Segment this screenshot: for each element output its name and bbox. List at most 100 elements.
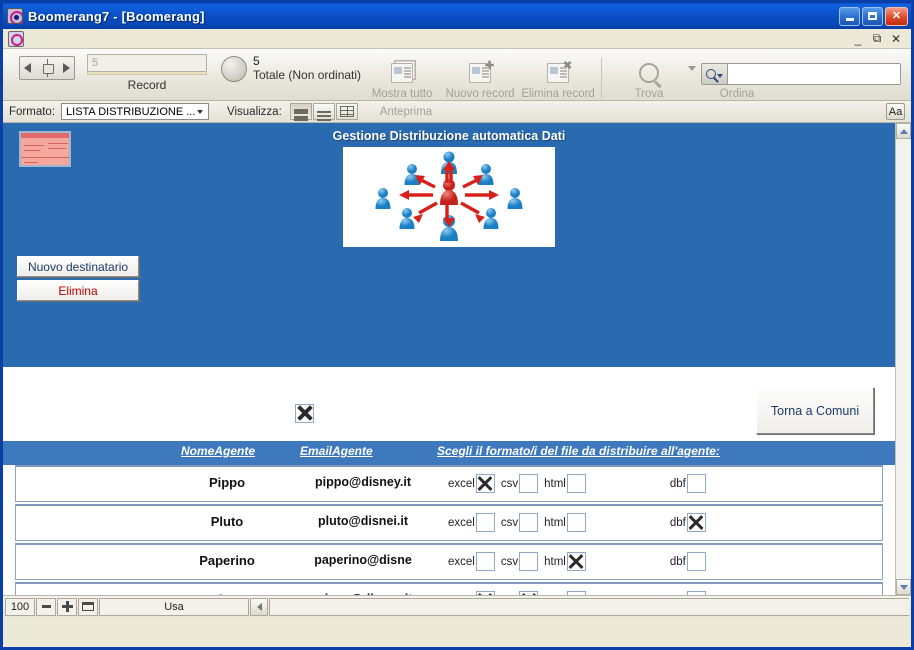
page-title: Gestione Distribuzione automatica Dati xyxy=(332,129,566,143)
search-icon[interactable] xyxy=(702,64,728,84)
toolbar: 5 Record 5 Totale (Non ordinati) Mostra … xyxy=(3,49,911,101)
font-format-button[interactable]: Aa xyxy=(886,103,905,120)
chevron-left-icon xyxy=(256,602,262,611)
mode-indicator[interactable]: Usa xyxy=(99,597,249,616)
checkbox-dbf[interactable] xyxy=(686,591,706,595)
format-label-dbf: dbf xyxy=(669,555,686,568)
elimina-button[interactable]: Elimina xyxy=(17,280,139,301)
table-row[interactable]: Minny minny@disney.it excel csv html dbf xyxy=(15,582,883,595)
mostra-tutto-label: Mostra tutto xyxy=(371,88,433,100)
total-count: 5 xyxy=(253,54,260,68)
checkbox-html[interactable] xyxy=(566,513,586,532)
new-record-icon: ✚ xyxy=(469,60,494,86)
mdi-restore-button[interactable]: ⧉ xyxy=(870,31,884,45)
trova-chevron-down-icon[interactable] xyxy=(688,65,697,71)
format-option-html: html xyxy=(544,474,586,493)
record-slider[interactable] xyxy=(87,72,207,75)
mostra-tutto-button[interactable]: Mostra tutto xyxy=(365,54,439,100)
checkbox-dbf[interactable] xyxy=(686,474,706,493)
layout-select-value: LISTA DISTRIBUZIONE ... xyxy=(66,105,196,118)
torna-a-comuni-button[interactable]: Torna a Comuni xyxy=(756,387,874,434)
record-canvas: Gestione Distribuzione automatica Dati N… xyxy=(3,123,895,595)
zoom-level[interactable]: 100 xyxy=(5,597,35,616)
scroll-up-button[interactable] xyxy=(896,123,911,139)
zoom-out-button[interactable] xyxy=(36,597,56,616)
table-row[interactable]: Pippo pippo@disney.it excel csv html dbf xyxy=(15,465,883,502)
checkbox-excel[interactable] xyxy=(475,474,495,493)
search-input[interactable] xyxy=(728,64,900,84)
nuovo-destinatario-button[interactable]: Nuovo destinatario xyxy=(17,256,139,277)
column-header-email[interactable]: EmailAgente xyxy=(300,444,373,458)
mdi-minimize-button[interactable]: _ xyxy=(851,32,865,46)
checkbox-dbf[interactable] xyxy=(686,552,706,571)
view-list-icon[interactable] xyxy=(312,103,335,120)
table-row[interactable]: Paperino paperino@disne excel csv html dbf xyxy=(15,543,883,580)
agent-name-cell[interactable]: Paperino xyxy=(166,553,288,568)
agent-name-cell[interactable]: Pluto xyxy=(166,514,288,529)
checkbox-dbf[interactable] xyxy=(686,513,706,532)
format-bar: Formato: LISTA DISTRIBUZIONE ... Visuali… xyxy=(3,101,911,123)
record-book-icon[interactable] xyxy=(42,59,54,77)
agent-name-cell[interactable]: Pippo xyxy=(166,475,288,490)
view-table-icon[interactable] xyxy=(335,103,358,120)
agent-email-cell[interactable]: minny@disney.it xyxy=(298,592,428,595)
view-form-icon[interactable] xyxy=(289,103,312,120)
checkbox-csv[interactable] xyxy=(519,513,539,532)
format-checkbox-group: excel csv html dbf xyxy=(448,552,706,571)
status-filler xyxy=(269,597,909,616)
checkbox-html[interactable] xyxy=(566,552,586,571)
status-bar: 100 Usa xyxy=(3,595,911,617)
trova-button[interactable]: Trova xyxy=(612,54,686,100)
format-option-excel: excel xyxy=(448,513,495,532)
next-record-icon[interactable] xyxy=(63,63,70,73)
vertical-scrollbar[interactable] xyxy=(895,123,911,595)
checkbox-csv[interactable] xyxy=(519,591,539,595)
prev-record-icon[interactable] xyxy=(24,63,31,73)
format-option-dbf: dbf xyxy=(670,591,706,595)
column-header-nome[interactable]: NomeAgente xyxy=(181,444,255,458)
window-icon xyxy=(82,602,94,611)
trova-label: Trova xyxy=(634,88,664,100)
elimina-record-button[interactable]: ✖ Elimina record xyxy=(521,54,595,100)
format-option-excel: excel xyxy=(448,474,495,493)
mdi-close-button[interactable]: ✕ xyxy=(889,32,903,46)
chevron-up-icon xyxy=(899,128,908,134)
column-header-formati[interactable]: Scegli il formato/i del file da distribu… xyxy=(437,444,720,458)
record-label: Record xyxy=(127,78,167,92)
checkbox-csv[interactable] xyxy=(519,552,539,571)
checkbox-excel[interactable] xyxy=(475,552,495,571)
anteprima-button[interactable]: Anteprima xyxy=(372,105,440,119)
record-field-group: 5 Record xyxy=(87,54,207,92)
agent-email-cell[interactable]: pippo@disney.it xyxy=(298,475,428,489)
checkbox-html[interactable] xyxy=(566,591,586,595)
auto-distribution-line2: ogni volta che vengono caricati dei nuov… xyxy=(315,413,587,425)
format-label-csv: csv xyxy=(501,595,518,596)
format-label-excel: excel xyxy=(448,555,475,568)
checkbox-excel[interactable] xyxy=(475,591,495,595)
record-navigator[interactable] xyxy=(19,56,75,80)
quick-search xyxy=(701,63,901,85)
agent-email-cell[interactable]: paperino@disne xyxy=(298,553,428,567)
scroll-down-button[interactable] xyxy=(896,579,911,595)
minus-icon xyxy=(41,605,51,608)
agent-email-cell[interactable]: pluto@disnei.it xyxy=(298,514,428,528)
format-option-csv: csv xyxy=(501,474,539,493)
scrollbar-track[interactable] xyxy=(896,139,911,579)
close-button[interactable]: ✕ xyxy=(885,6,908,26)
layout-select[interactable]: LISTA DISTRIBUZIONE ... xyxy=(61,103,210,120)
checkbox-excel[interactable] xyxy=(475,513,495,532)
table-row[interactable]: Pluto pluto@disnei.it excel csv html dbf xyxy=(15,504,883,541)
toggle-status-toolbar-button[interactable] xyxy=(250,597,268,616)
checkbox-csv[interactable] xyxy=(519,474,539,493)
auto-distribution-checkbox[interactable] xyxy=(295,403,314,423)
record-number-input[interactable]: 5 xyxy=(87,54,207,72)
format-option-csv: csv xyxy=(501,591,539,596)
elimina-record-label: Elimina record xyxy=(521,88,595,100)
maximize-button[interactable] xyxy=(862,6,883,26)
checkbox-html[interactable] xyxy=(566,474,586,493)
toggle-window-button[interactable] xyxy=(78,597,98,616)
agent-name-cell[interactable]: Minny xyxy=(166,592,288,595)
zoom-in-button[interactable] xyxy=(57,597,77,616)
nuovo-record-button[interactable]: ✚ Nuovo record xyxy=(443,54,517,100)
minimize-button[interactable] xyxy=(839,6,860,26)
